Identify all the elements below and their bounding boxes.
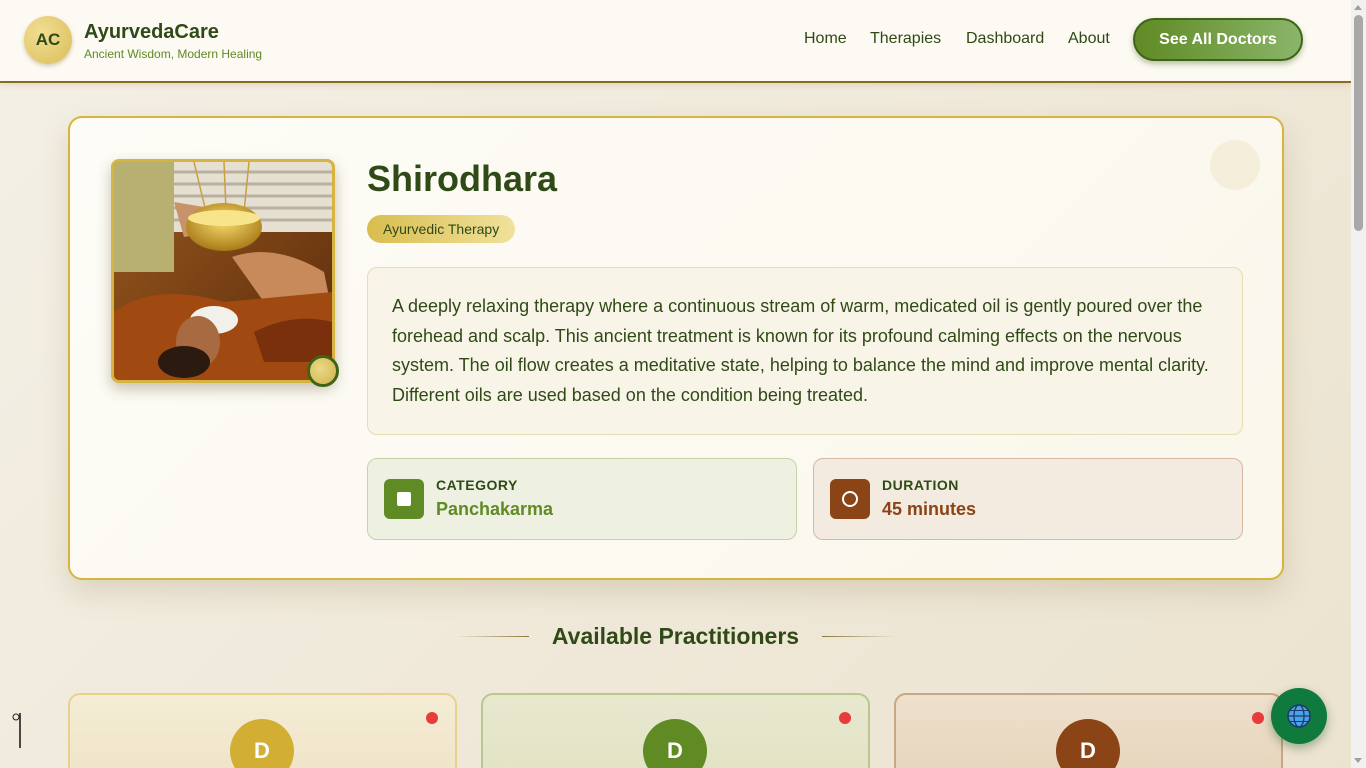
text-cursor-icon [12,713,21,748]
nav-about-link[interactable]: About [1068,30,1110,48]
duration-value: 45 minutes [882,499,977,519]
practitioners-heading: Available Practitioners [551,623,800,649]
avatar: D [230,719,294,768]
see-all-doctors-button[interactable]: See All Doctors [1133,18,1303,61]
practitioner-card[interactable]: D [481,693,870,768]
square-icon [384,479,424,519]
nav-therapies-link[interactable]: Therapies [870,30,941,48]
clock-icon [830,479,870,519]
top-header: AC AyurvedaCare Ancient Wisdom, Modern H… [0,0,1351,83]
scroll-down-icon[interactable] [1354,758,1362,763]
status-dot-icon [426,712,438,724]
therapy-detail-card: Shirodhara Ayurvedic Therapy A deeply re… [68,116,1284,580]
logo-badge[interactable]: AC [24,16,72,64]
brand-tagline: Ancient Wisdom, Modern Healing [84,47,263,61]
photo-badge-icon [307,355,339,387]
status-dot-icon [1252,712,1264,724]
brand-name[interactable]: AyurvedaCare [84,21,219,44]
avatar: D [643,719,707,768]
scroll-thumb[interactable] [1354,15,1363,231]
category-info-box: CATEGORY Panchakarma [367,458,797,540]
duration-label: DURATION [882,477,959,493]
language-button[interactable] [1271,688,1327,744]
decorative-glow [1210,140,1260,190]
heading-divider-right [822,636,896,637]
therapy-title: Shirodhara [367,158,558,199]
therapy-description: A deeply relaxing therapy where a contin… [367,267,1243,435]
scroll-up-icon[interactable] [1354,5,1362,10]
nav-home-link[interactable]: Home [804,30,847,48]
nav-dashboard-link[interactable]: Dashboard [966,30,1044,48]
practitioner-card[interactable]: D [894,693,1283,768]
category-value: Panchakarma [436,499,554,519]
status-dot-icon [839,712,851,724]
practitioner-card[interactable]: D [68,693,457,768]
avatar: D [1056,719,1120,768]
category-label: CATEGORY [436,477,518,493]
globe-icon [1287,704,1311,728]
therapy-type-badge: Ayurvedic Therapy [367,215,516,243]
therapy-photo [111,159,335,383]
vertical-scrollbar[interactable] [1351,0,1366,768]
duration-info-box: DURATION 45 minutes [813,458,1243,540]
